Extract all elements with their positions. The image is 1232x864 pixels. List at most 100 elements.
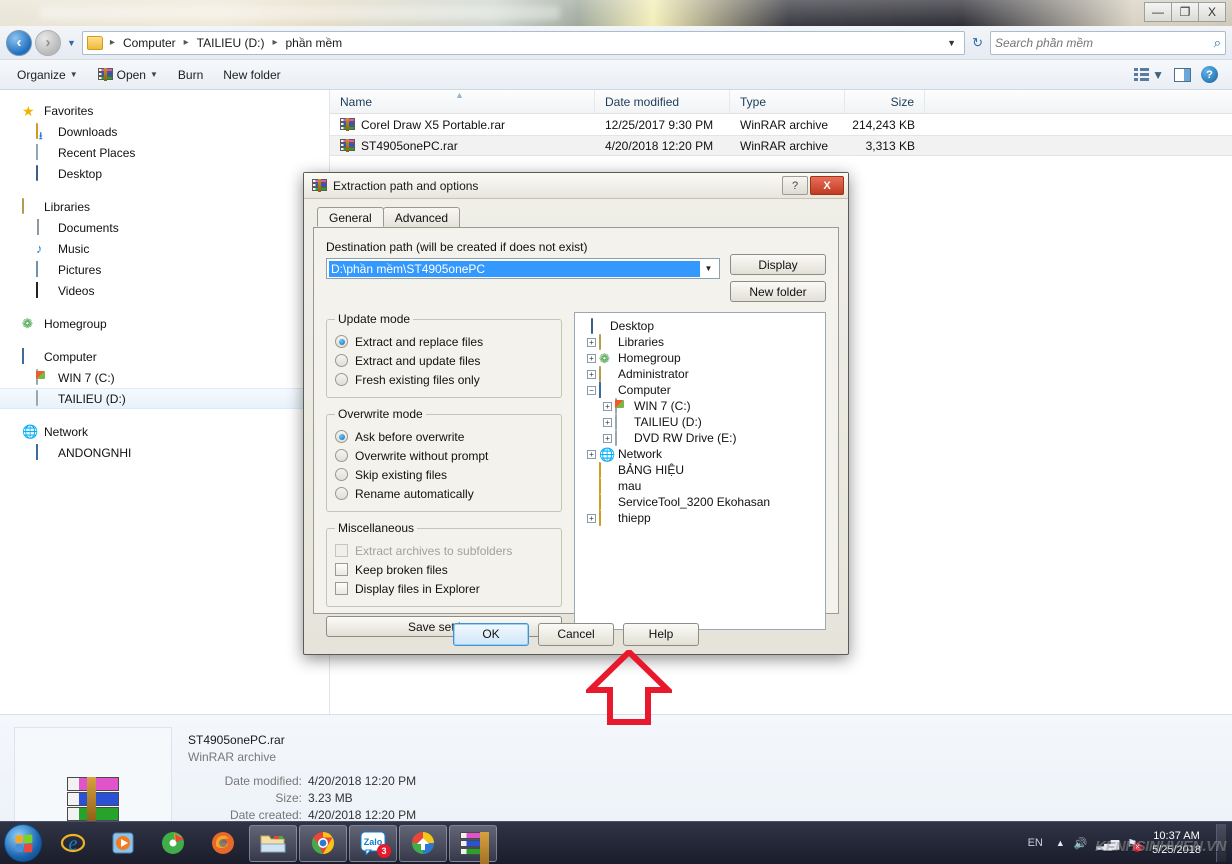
breadcrumb-item-computer[interactable]: Computer xyxy=(120,35,179,51)
breadcrumb-item-tailieu[interactable]: TAILIEU (D:) xyxy=(194,35,268,51)
tree-toggle-icon[interactable]: + xyxy=(587,337,596,347)
tree-item-servicetool[interactable]: ServiceTool_3200 Ekohasan xyxy=(579,494,821,510)
table-row[interactable]: ST4905onePC.rar 4/20/2018 12:20 PM WinRA… xyxy=(330,135,1232,156)
show-hidden-icons-button[interactable]: ▲ xyxy=(1056,838,1065,848)
tree-item-thiepp[interactable]: + thiepp xyxy=(579,510,821,526)
cancel-button[interactable]: Cancel xyxy=(538,622,614,646)
radio-ask-before-overwrite[interactable]: Ask before overwrite xyxy=(335,427,553,446)
sidebar-item-documents[interactable]: Documents xyxy=(0,217,329,238)
table-row[interactable]: Corel Draw X5 Portable.rar 12/25/2017 9:… xyxy=(330,114,1232,135)
volume-icon[interactable]: 🔊 xyxy=(1074,837,1088,850)
tree-item-homegroup[interactable]: + ❁ Homegroup xyxy=(579,350,821,366)
burn-button[interactable]: Burn xyxy=(169,64,212,86)
destination-path-input[interactable]: D:\phần mềm\ST4905onePC xyxy=(329,260,700,277)
tree-toggle-icon[interactable]: + xyxy=(587,353,596,363)
tree-toggle-icon[interactable]: + xyxy=(603,433,612,443)
breadcrumb-separator-0[interactable]: ▸ xyxy=(107,37,118,48)
tree-item-tailieu-d[interactable]: + TAILIEU (D:) xyxy=(579,414,821,430)
chevron-down-icon[interactable]: ▼ xyxy=(700,264,717,273)
dialog-help-button[interactable]: ? xyxy=(782,176,808,195)
sidebar-item-win7-c[interactable]: WIN 7 (C:) xyxy=(0,367,329,388)
taskbar-zalo[interactable]: Zalo 3 xyxy=(349,824,397,862)
tree-item-desktop[interactable]: Desktop xyxy=(579,318,821,334)
sidebar-item-network[interactable]: 🌐 Network xyxy=(0,421,329,442)
minimize-button[interactable]: — xyxy=(1144,2,1172,22)
sidebar-item-recent-places[interactable]: Recent Places xyxy=(0,142,329,163)
tree-toggle-icon[interactable]: + xyxy=(587,513,596,523)
tree-toggle-icon[interactable]: + xyxy=(587,369,596,379)
forward-button[interactable]: › xyxy=(35,29,61,56)
search-input[interactable] xyxy=(995,35,1214,50)
breadcrumb-separator-2[interactable]: ▸ xyxy=(269,37,280,48)
breadcrumb-separator-1[interactable]: ▸ xyxy=(181,37,192,48)
search-box[interactable]: ⌕ xyxy=(990,30,1226,55)
radio-rename-automatically[interactable]: Rename automatically xyxy=(335,484,553,503)
chevron-down-icon[interactable]: ▼ xyxy=(947,38,960,48)
display-button[interactable]: Display xyxy=(730,254,826,275)
taskbar-internet-download-manager[interactable] xyxy=(399,824,447,862)
sidebar-item-music[interactable]: ♪ Music xyxy=(0,238,329,259)
sidebar-item-desktop[interactable]: Desktop xyxy=(0,163,329,184)
tree-toggle-icon[interactable]: − xyxy=(587,385,596,395)
destination-path-combobox[interactable]: D:\phần mềm\ST4905onePC ▼ xyxy=(326,258,720,279)
sidebar-item-videos[interactable]: Videos xyxy=(0,280,329,301)
radio-extract-and-replace[interactable]: Extract and replace files xyxy=(335,332,553,351)
change-view-button[interactable]: ▼ xyxy=(1134,68,1164,82)
tree-toggle-icon[interactable]: + xyxy=(603,417,612,427)
column-header-date-modified[interactable]: Date modified xyxy=(595,90,730,113)
taskbar-google-chrome[interactable] xyxy=(299,824,347,862)
column-header-size[interactable]: Size xyxy=(845,90,925,113)
recent-pages-dropdown[interactable]: ▼ xyxy=(64,38,79,48)
folder-tree[interactable]: Desktop + Libraries + ❁ Homegroup + Admi… xyxy=(574,312,826,630)
sidebar-item-homegroup[interactable]: ❁ Homegroup xyxy=(0,313,329,334)
dialog-close-button[interactable]: X xyxy=(810,176,844,195)
new-folder-button[interactable]: New folder xyxy=(214,64,289,86)
tree-item-dvd-rw-e[interactable]: + DVD RW Drive (E:) xyxy=(579,430,821,446)
start-button[interactable] xyxy=(4,824,42,862)
restore-button[interactable]: ❐ xyxy=(1171,2,1199,22)
taskbar-nero[interactable] xyxy=(149,825,197,862)
help-button[interactable]: Help xyxy=(623,622,699,646)
breadcrumb[interactable]: ▸ Computer ▸ TAILIEU (D:) ▸ phần mềm ▼ xyxy=(81,30,966,55)
column-header-type[interactable]: Type xyxy=(730,90,845,113)
checkbox-keep-broken-files[interactable]: Keep broken files xyxy=(335,560,553,579)
close-button[interactable]: X xyxy=(1198,2,1226,22)
sidebar-item-andongnhi[interactable]: ANDONGNHI xyxy=(0,442,329,463)
sidebar-item-computer[interactable]: Computer xyxy=(0,346,329,367)
tree-toggle-icon[interactable]: + xyxy=(603,401,612,411)
open-button[interactable]: Open ▼ xyxy=(89,64,167,86)
tree-item-bang-hieu[interactable]: BẢNG HIỆU xyxy=(579,462,821,478)
tree-item-mau[interactable]: mau xyxy=(579,478,821,494)
ok-button[interactable]: OK xyxy=(453,622,529,646)
tree-item-win7-c[interactable]: + WIN 7 (C:) xyxy=(579,398,821,414)
sidebar-item-favorites[interactable]: ★ Favorites xyxy=(0,100,329,121)
sidebar-item-libraries[interactable]: Libraries xyxy=(0,196,329,217)
radio-overwrite-without-prompt[interactable]: Overwrite without prompt xyxy=(335,446,553,465)
checkbox-display-files-in-explorer[interactable]: Display files in Explorer xyxy=(335,579,553,598)
dialog-title-bar[interactable]: Extraction path and options ? X xyxy=(304,173,848,199)
language-indicator[interactable]: EN xyxy=(1028,837,1047,849)
tree-item-administrator[interactable]: + Administrator xyxy=(579,366,821,382)
radio-skip-existing-files[interactable]: Skip existing files xyxy=(335,465,553,484)
help-icon[interactable]: ? xyxy=(1201,66,1218,83)
refresh-icon[interactable]: ↻ xyxy=(968,35,987,51)
back-button[interactable]: ‹ xyxy=(6,29,32,56)
tree-item-libraries[interactable]: + Libraries xyxy=(579,334,821,350)
taskbar-firefox[interactable] xyxy=(199,825,247,862)
taskbar-windows-explorer[interactable] xyxy=(249,824,297,862)
sidebar-item-pictures[interactable]: Pictures xyxy=(0,259,329,280)
taskbar-internet-explorer[interactable]: e xyxy=(49,825,97,862)
tree-item-network[interactable]: + 🌐 Network xyxy=(579,446,821,462)
tree-toggle-icon[interactable]: + xyxy=(587,449,596,459)
sidebar-item-downloads[interactable]: ⭳ Downloads xyxy=(0,121,329,142)
organize-button[interactable]: Organize ▼ xyxy=(8,64,87,86)
radio-extract-and-update[interactable]: Extract and update files xyxy=(335,351,553,370)
tab-advanced[interactable]: Advanced xyxy=(382,207,461,227)
radio-fresh-existing-only[interactable]: Fresh existing files only xyxy=(335,370,553,389)
tab-general[interactable]: General xyxy=(317,207,384,227)
tree-item-computer[interactable]: − Computer xyxy=(579,382,821,398)
preview-pane-icon[interactable] xyxy=(1174,67,1191,82)
taskbar-winrar[interactable] xyxy=(449,824,497,864)
taskbar-windows-media-player[interactable] xyxy=(99,825,147,862)
sidebar-item-tailieu-d[interactable]: TAILIEU (D:) xyxy=(0,388,329,409)
